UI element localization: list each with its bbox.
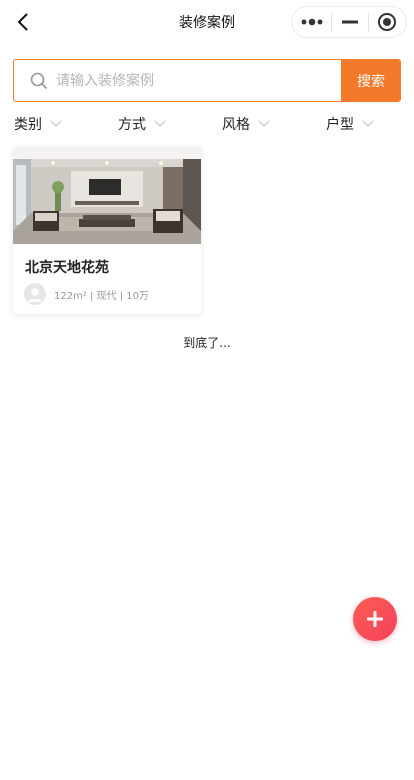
filter-method[interactable]: 方式 <box>118 112 166 136</box>
target-circle-icon <box>378 13 397 31</box>
case-meta-text: 122m² | 现代 | 10万 <box>54 290 150 302</box>
chevron-down-icon <box>154 120 166 128</box>
filter-label: 类别 <box>14 117 42 133</box>
case-meta: 122m² | 现代 | 10万 <box>24 283 149 305</box>
nav-bar: 装修案例 <box>0 0 414 44</box>
chevron-down-icon <box>50 120 62 128</box>
filter-style[interactable]: 风格 <box>222 112 270 136</box>
list-end-text: 到底了... <box>183 336 231 350</box>
search-icon <box>30 72 48 89</box>
more-button[interactable] <box>292 7 331 37</box>
filter-label: 风格 <box>222 117 250 133</box>
more-dots-icon <box>301 18 323 26</box>
search-field[interactable] <box>14 60 341 101</box>
minus-icon <box>341 20 358 24</box>
close-button[interactable] <box>369 7 406 37</box>
search-input[interactable] <box>56 72 296 89</box>
search-bar: 搜索 <box>13 59 401 102</box>
case-photo <box>13 147 201 244</box>
filter-bar: 类别 方式 风格 户型 <box>0 112 414 136</box>
filter-label: 方式 <box>118 117 146 133</box>
filter-category[interactable]: 类别 <box>14 112 62 136</box>
minimize-button[interactable] <box>332 7 367 37</box>
user-avatar-icon <box>24 283 46 305</box>
search-button[interactable]: 搜索 <box>341 60 400 101</box>
filter-layout[interactable]: 户型 <box>326 112 374 136</box>
case-card[interactable]: 北京天地花苑 122m² | 现代 | 10万 <box>13 147 201 314</box>
mini-program-capsule <box>291 6 407 38</box>
chevron-down-icon <box>258 120 270 128</box>
filter-label: 户型 <box>326 117 354 133</box>
chevron-down-icon <box>362 120 374 128</box>
avatar <box>24 283 46 305</box>
plus-icon <box>367 611 383 627</box>
add-case-button[interactable] <box>353 597 397 641</box>
case-title: 北京天地花苑 <box>25 260 109 276</box>
